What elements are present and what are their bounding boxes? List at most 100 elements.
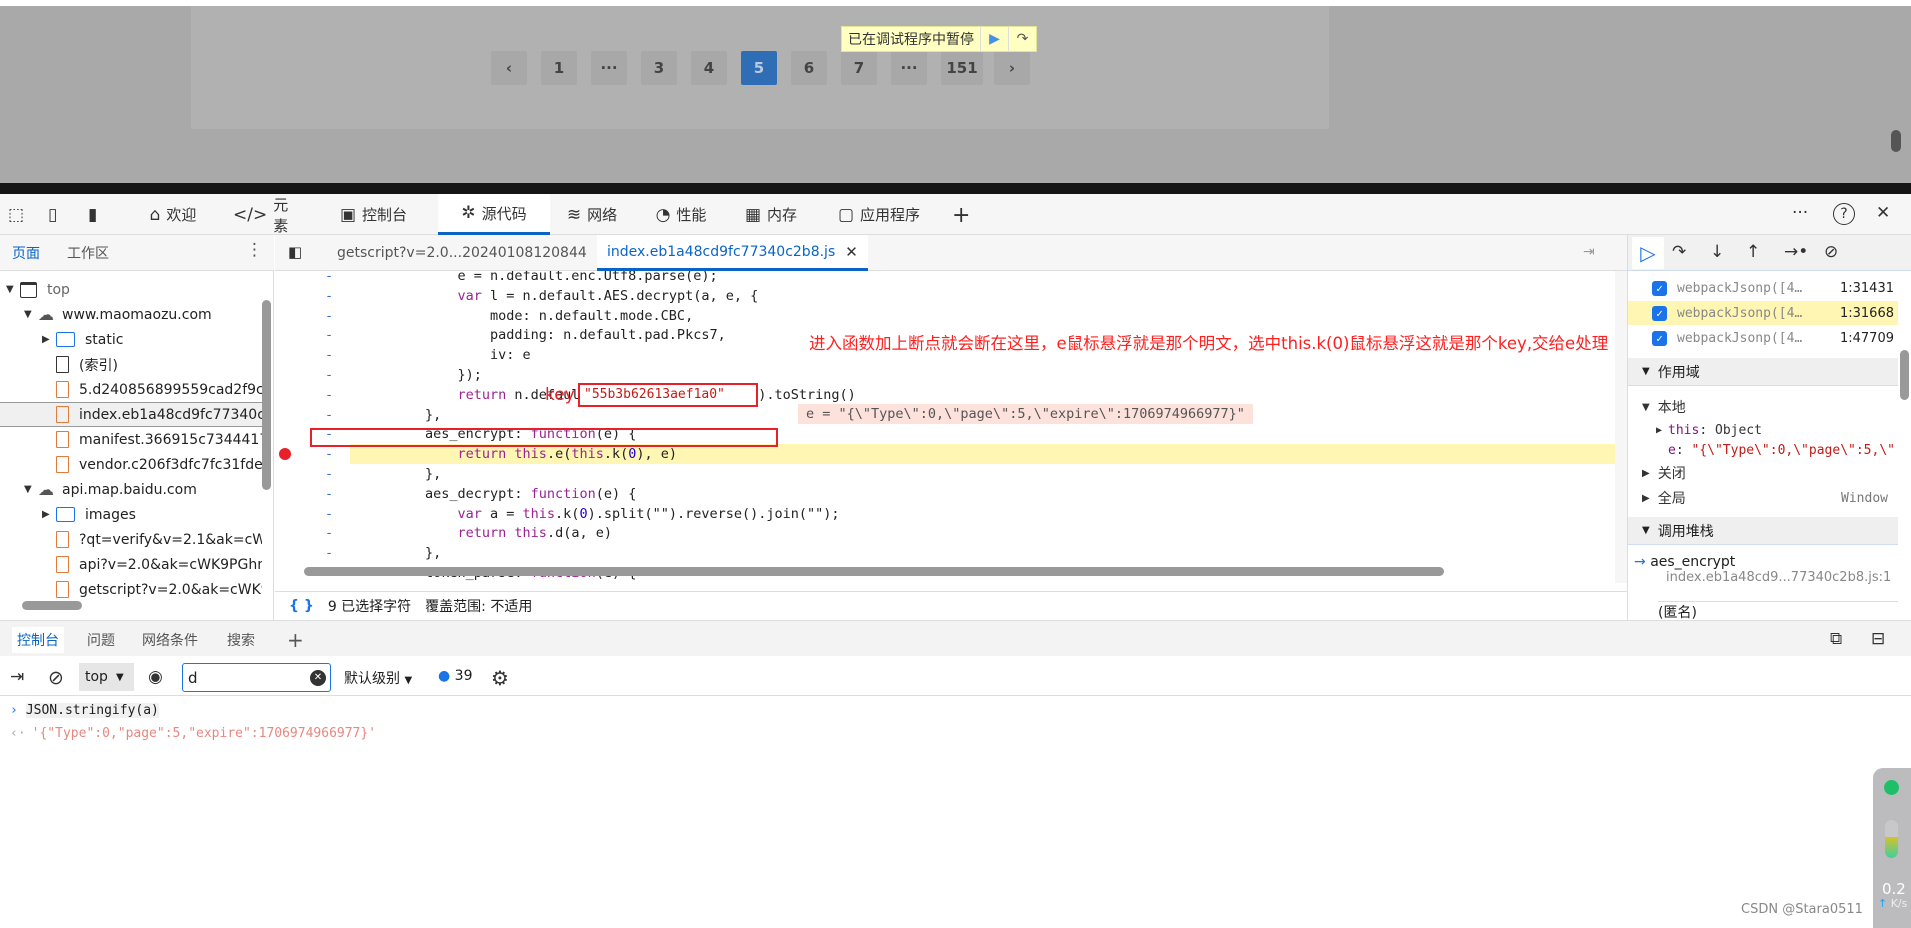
tree-item[interactable]: ▶ static (0, 327, 262, 352)
scope-global[interactable]: ▶ 全局 Window (1628, 487, 1898, 509)
tree-item[interactable]: ▶ images (0, 502, 262, 527)
drawer-tab-network-conditions[interactable]: 网络条件 (137, 627, 203, 653)
checkbox[interactable]: ✓ (1652, 280, 1667, 296)
sidebar-toggle-icon[interactable]: ⇥ (10, 667, 24, 687)
callstack-header[interactable]: ▼ 调用堆栈 (1628, 517, 1898, 545)
tree-item[interactable]: (索引) (0, 352, 262, 377)
page-button[interactable]: 151 (941, 51, 983, 85)
close-drawer-icon[interactable]: ⊟ (1871, 629, 1885, 649)
drawer-tab-search[interactable]: 搜索 (222, 627, 260, 653)
code-editor[interactable]: - e = n.default.enc.Utf8.parse(e); - var l … (275, 271, 1627, 583)
line-number[interactable]: - (325, 365, 333, 385)
add-drawer-tab-icon[interactable]: + (282, 627, 309, 653)
scope-closure[interactable]: ▶ 关闭 (1628, 462, 1898, 484)
menu-icon[interactable]: ⋮ (246, 240, 263, 260)
close-tab-icon[interactable]: ✕ (845, 243, 858, 261)
drawer-tab-issues[interactable]: 问题 (82, 627, 120, 653)
pretty-print-icon[interactable]: { } (289, 598, 314, 614)
line-number[interactable]: - (325, 286, 333, 306)
help-icon[interactable]: ? (1833, 203, 1855, 225)
tab-0[interactable]: ⌂ 欢迎 (143, 194, 203, 235)
context-select[interactable]: top ▼ (79, 663, 134, 691)
line-number[interactable]: - (325, 444, 333, 464)
page-button[interactable]: 5 (741, 51, 777, 85)
checkbox[interactable]: ✓ (1652, 330, 1667, 346)
page-button[interactable]: 6 (791, 51, 827, 85)
tab-2[interactable]: ▣ 控制台 (336, 194, 411, 235)
expand-icon[interactable]: ▼ (24, 484, 38, 495)
step-icon[interactable]: →• (1784, 242, 1808, 262)
device-icon[interactable]: ▯ (48, 205, 57, 225)
tree-item[interactable]: ▼ top (0, 277, 262, 302)
line-number[interactable]: - (325, 385, 333, 405)
page-button[interactable]: 7 (841, 51, 877, 85)
tab-7[interactable]: ▢ 应用程序 (834, 194, 924, 235)
line-number[interactable]: - (325, 306, 333, 326)
page-button[interactable]: 3 (641, 51, 677, 85)
toggle-navigator-icon[interactable]: ◧ (288, 243, 302, 261)
line-number[interactable]: - (325, 405, 333, 425)
close-icon[interactable]: ✕ (1876, 203, 1890, 223)
expand-icon[interactable]: ▼ (24, 309, 38, 320)
checkbox[interactable]: ✓ (1652, 305, 1667, 321)
line-number[interactable]: - (325, 464, 333, 484)
step-over-icon[interactable]: ↷ (1672, 242, 1686, 262)
breakpoint-item[interactable]: ✓ webpackJsonp([4… 1:47709 (1628, 326, 1898, 350)
tree-item[interactable]: ▼ ☁ www.maomaozu.com (0, 302, 262, 327)
line-number[interactable]: - (325, 523, 333, 543)
resume-icon[interactable]: ▶ (980, 27, 1008, 51)
tab-1[interactable]: </> 元素 (233, 194, 293, 235)
step-out-icon[interactable]: ↑ (1746, 242, 1760, 262)
scope-header[interactable]: ▼ 作用域 (1628, 358, 1898, 386)
page-button[interactable]: › (994, 51, 1030, 85)
expand-icon[interactable]: ▼ (6, 284, 20, 295)
step-into-icon[interactable]: ↓ (1710, 242, 1724, 262)
clear-console-icon[interactable]: ⊘ (48, 667, 64, 689)
dock-icon[interactable]: ▮ (88, 205, 97, 225)
tree-item[interactable]: index.eb1a48cd9fc77340c2b8.js (0, 402, 262, 427)
line-number[interactable]: - (325, 325, 333, 345)
clear-filter-icon[interactable]: ✕ (310, 669, 326, 686)
log-level-select[interactable]: 默认级别 ▼ (344, 668, 412, 688)
line-number[interactable]: - (325, 504, 333, 524)
tree-item[interactable]: 5.d240856899559cad2f9c.js (0, 377, 262, 402)
scope-this[interactable]: ▶ this: Object (1628, 419, 1898, 441)
drawer-tab-console[interactable]: 控制台 (12, 627, 64, 653)
callstack-frame-anon[interactable]: (匿名) (1658, 601, 1898, 622)
tree-item[interactable]: ▼ ☁ api.map.baidu.com (0, 477, 262, 502)
tab-4[interactable]: ≋ 网络 (562, 194, 622, 235)
message-count[interactable]: ● 39 (438, 668, 473, 684)
breakpoint-item[interactable]: ✓ webpackJsonp([4… 1:31431 (1628, 276, 1898, 300)
tree-item[interactable]: manifest.366915c73444170 (0, 427, 262, 452)
dock-drawer-icon[interactable]: ⧉ (1830, 629, 1842, 649)
editor-tab-index[interactable]: index.eb1a48cd9fc77340c2b8.js ✕ (597, 235, 868, 271)
tree-item[interactable]: getscript?v=2.0&ak=cWK9P (0, 577, 262, 602)
page-button[interactable]: ··· (591, 51, 627, 85)
filter-input[interactable]: d ✕ (182, 663, 331, 692)
page-button[interactable]: ‹ (491, 51, 527, 85)
tree-item[interactable]: ?qt=verify&v=2.1&ak=cWK (0, 527, 262, 552)
expand-icon[interactable]: ▶ (42, 509, 56, 520)
tree-item[interactable]: api?v=2.0&ak=cWK9PGhnd (0, 552, 262, 577)
editor-vscroll-track[interactable] (1615, 271, 1627, 583)
inspect-icon[interactable]: ⬚ (8, 205, 24, 225)
toggle-debugger-icon[interactable]: ⇥ (1583, 244, 1595, 260)
line-number[interactable]: - (325, 543, 333, 563)
network-speed-widget[interactable]: 0.2 ↑ K/s (1873, 768, 1911, 928)
callstack-frame[interactable]: → aes_encrypt index.eb1a48cd9...77340c2b… (1634, 554, 1898, 585)
page-button[interactable]: 1 (541, 51, 577, 85)
editor-tab-getscript[interactable]: getscript?v=2.0...20240108120844 (327, 235, 597, 271)
tab-3[interactable]: ✲ 源代码 (438, 194, 550, 235)
debugger-scrollbar[interactable] (1900, 350, 1909, 400)
step-over-icon[interactable]: ↷ (1008, 27, 1036, 51)
sidebar-vscrollbar[interactable] (262, 300, 271, 490)
breakpoint-item[interactable]: ✓ webpackJsonp([4… 1:31668 (1628, 301, 1898, 325)
breakpoint-icon[interactable] (279, 448, 291, 461)
line-number[interactable]: - (325, 345, 333, 365)
resume-icon[interactable]: ▷ (1632, 237, 1664, 269)
sidebar-hscrollbar[interactable] (22, 601, 82, 610)
line-number[interactable]: - (325, 271, 333, 286)
deactivate-breakpoints-icon[interactable]: ⊘ (1824, 242, 1838, 262)
expand-icon[interactable]: ▶ (42, 334, 56, 345)
gear-icon[interactable]: ⚙ (491, 666, 509, 690)
